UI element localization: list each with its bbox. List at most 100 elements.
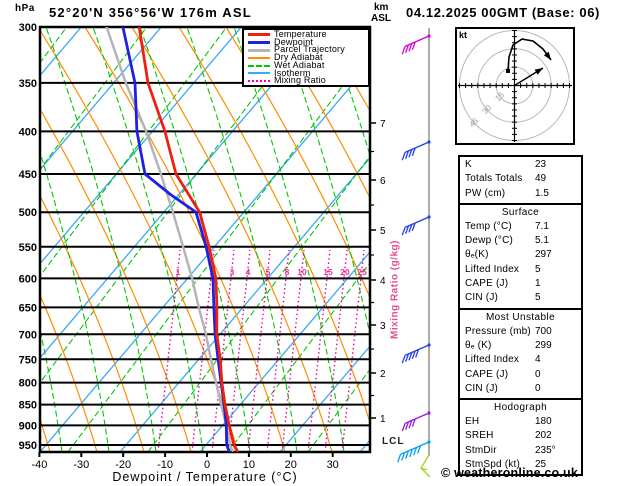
mixing-ratio-label: 3: [230, 267, 235, 277]
table-section: Surface Temp (°C) 7.1 Dewp (°C) 5.1 θₑ(K) 297 L…: [458, 202, 583, 308]
table-row: CAPE (J) 0: [465, 368, 581, 382]
wet-adiabat-line: [280, 27, 370, 338]
km-label: 6: [380, 176, 386, 187]
pressure-label: 950: [19, 440, 37, 452]
isotherm-line: [0, 27, 1, 452]
wet-adiabat-line: [147, 155, 370, 452]
table-row-value: 235°: [535, 444, 556, 456]
wet-adiabat-line: [233, 27, 345, 452]
table-row-label: Pressure (mb): [465, 325, 531, 337]
mixing-ratio-axis-label: Mixing Ratio (g/kg): [389, 240, 401, 339]
wet-adiabat-line: [40, 27, 308, 384]
wind-barb: [401, 215, 431, 236]
table-row: θₑ (K) 299: [465, 339, 581, 353]
mixing-ratio-line: [191, 249, 215, 452]
table-row: EH 180: [465, 415, 581, 429]
table-row-value: 49: [535, 173, 547, 185]
wind-barb: [401, 411, 431, 432]
wet-adiabat-line: [327, 27, 370, 158]
table-row: SREH 202: [465, 429, 581, 443]
temperature-curve: [137, 27, 239, 452]
table-row-label: K: [465, 159, 472, 170]
km-label: 1: [380, 414, 386, 425]
legend-line-sample: [248, 56, 270, 59]
hodograph-trace-start-marker: [506, 68, 511, 73]
table-row-value: 5: [535, 292, 541, 304]
table-section-header: Surface: [501, 206, 540, 218]
lcl-label: LCL: [382, 436, 405, 447]
legend-line-sample: [248, 33, 270, 37]
table-row-value: 202: [535, 430, 552, 442]
table-row: θₑ(K) 297: [465, 248, 581, 262]
wet-adiabat-line: [139, 27, 251, 452]
wind-barb: [401, 34, 431, 55]
legend-line-sample: [248, 79, 270, 82]
table-row-label: Totals Totals: [465, 173, 523, 185]
table-row: Temp (°C) 7.1: [465, 220, 581, 234]
table-section: Most Unstable Pressure (mb) 700 θₑ (K) 299 Li…: [458, 307, 583, 399]
table-row-label: θₑ(K): [465, 249, 489, 261]
table-row: Totals Totals 49: [465, 172, 581, 186]
table-row-value: 7.1: [535, 220, 549, 232]
parcel-trajectory-curve: [105, 27, 234, 452]
wind-barb: [401, 343, 431, 364]
table-row-value: 5: [535, 263, 541, 275]
table-row-value: 180: [535, 416, 552, 428]
isotherm-line: [40, 27, 322, 359]
table-row-label: Dewp (°C): [465, 235, 514, 247]
mixing-ratio-label: 4: [246, 267, 251, 277]
pressure-label: 400: [19, 126, 37, 138]
table-row: CIN (J) 0: [465, 382, 581, 396]
km-label: 4: [380, 276, 386, 287]
table-row-label: CAPE (J): [465, 368, 509, 380]
table-row: StmDir 235°: [465, 444, 581, 458]
table-row-value: 0: [535, 382, 541, 394]
pressure-label: 650: [19, 302, 37, 314]
pressure-label: 850: [19, 400, 37, 412]
mixing-ratio-label: 25: [357, 267, 367, 277]
table-row-label: CIN (J): [465, 382, 499, 394]
km-label: 2: [380, 369, 386, 380]
table-row-label: CAPE (J): [465, 278, 509, 290]
table-section-header: Hodograph: [493, 402, 548, 414]
table-row: CAPE (J) 1: [465, 277, 581, 291]
pressure-label: 550: [19, 242, 37, 254]
wind-barb: [420, 454, 431, 478]
table-row-label: θₑ (K): [465, 339, 492, 351]
mixing-ratio-label: 20: [340, 267, 350, 277]
table-row: Pressure (mb) 700: [465, 325, 581, 339]
pressure-label: 900: [19, 420, 37, 432]
km-label: 7: [380, 119, 386, 130]
isotherm-line: [119, 156, 370, 452]
table-section-header: Most Unstable: [485, 311, 556, 323]
wet-adiabat-line: [45, 27, 157, 452]
pressure-label: 600: [19, 273, 37, 285]
skewt-sounding-page: hPa 52°20'N 356°56'W 176m ASL km ASL 04.…: [0, 0, 629, 486]
pressure-label: 350: [19, 78, 37, 90]
table-row: Dewp (°C) 5.1: [465, 234, 581, 248]
table-row: Lifted Index 5: [465, 263, 581, 277]
table-row-value: 23: [535, 159, 547, 170]
pressure-label: 800: [19, 378, 37, 390]
table-row-label: EH: [465, 416, 480, 428]
legend-line-sample: [248, 41, 270, 45]
wind-barb: [401, 140, 431, 161]
table-row-label: StmDir: [465, 444, 497, 456]
table-row: PW (cm) 1.5: [465, 187, 581, 201]
table-row: CIN (J) 5: [465, 291, 581, 305]
table-row-label: Lifted Index: [465, 354, 520, 366]
table-row-value: 297: [535, 249, 552, 261]
table-row: Lifted Index 4: [465, 353, 581, 367]
legend-box: Temperature Dewpoint Parcel Trajectory Dry …: [242, 28, 370, 87]
mixing-ratio-label: 8: [285, 267, 290, 277]
legend-line-sample: [248, 64, 270, 67]
dry-adiabat-line: [40, 293, 98, 452]
pressure-label: 500: [19, 207, 37, 219]
mixing-ratio-line: [324, 249, 348, 452]
table-row-value: 5.1: [535, 235, 549, 247]
table-row-value: 299: [535, 339, 552, 351]
pressure-label: 750: [19, 354, 37, 366]
sounding-indices-table: K 23 Totals Totals 49 PW (cm) 1.5 Surface Temp …: [458, 155, 583, 477]
mixing-ratio-label: 5: [266, 267, 271, 277]
table-row-value: 1.5: [535, 187, 549, 199]
